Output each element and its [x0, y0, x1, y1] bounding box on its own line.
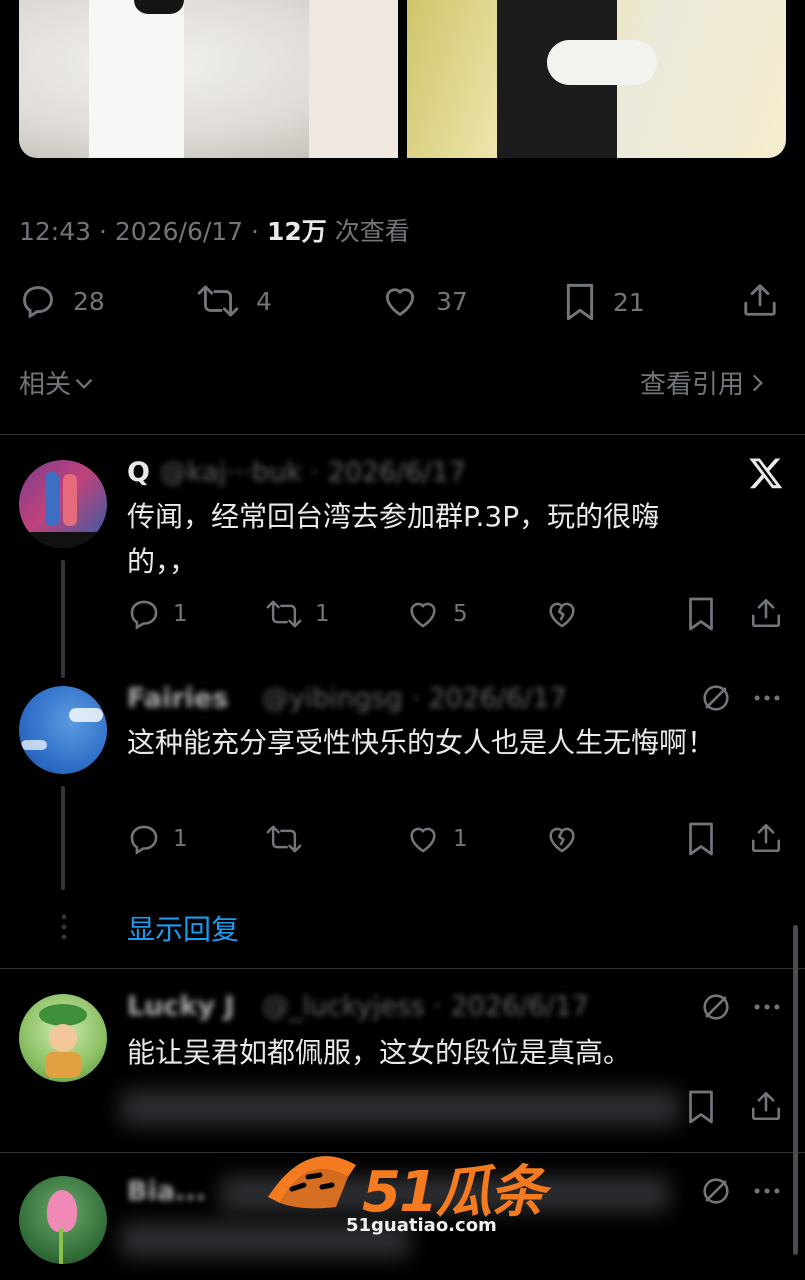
blurred-actions: [120, 1090, 680, 1126]
reply-author-name[interactable]: Fairies: [127, 683, 228, 714]
tweet-date: 2026/6/17: [114, 217, 244, 246]
retweet-action[interactable]: 4: [196, 282, 272, 320]
divider: [0, 434, 805, 435]
bookmark-action[interactable]: 21: [563, 282, 645, 322]
reply-like-action[interactable]: 1: [405, 822, 468, 856]
reply-author-name[interactable]: Lucky J: [127, 991, 234, 1022]
watermark-logo: 51瓜条 51guatiao.com: [262, 1145, 546, 1245]
reply-share-button[interactable]: [749, 596, 783, 634]
watermark-url: 51guatiao.com: [346, 1215, 497, 1236]
reply-retweet-count: 1: [315, 601, 330, 627]
grok-icon[interactable]: [699, 990, 733, 1028]
reply-author-name[interactable]: Q: [127, 457, 150, 488]
reply-text: 能让吴君如都佩服，这女的段位是真高。: [127, 1036, 632, 1069]
dislike-button[interactable]: [544, 822, 580, 860]
reply-author-handle[interactable]: @kaj···buk · 2026/6/17: [160, 457, 466, 488]
reply-author-handle[interactable]: @yibingsg · 2026/6/17: [262, 683, 567, 714]
avatar[interactable]: [19, 994, 107, 1082]
reply-icon: [130, 825, 158, 855]
avatar[interactable]: [19, 460, 107, 548]
retweet-count: 4: [256, 286, 272, 316]
x-logo-icon: [748, 455, 784, 495]
reply-author-handle[interactable]: @_luckyjess · 2026/6/17: [262, 991, 589, 1022]
reply-comment-action[interactable]: 1: [127, 597, 188, 631]
more-icon[interactable]: [750, 1174, 784, 1212]
thread-line: [61, 786, 65, 890]
retweet-icon: [266, 825, 302, 853]
like-count: 37: [436, 286, 468, 316]
reply-like-count: 1: [453, 826, 468, 852]
view-quotes-label: 查看引用: [640, 370, 745, 400]
reply-comment-count: 1: [173, 601, 188, 627]
reply-count: 28: [73, 286, 105, 316]
bookmark-icon: [566, 283, 594, 321]
share-icon: [751, 1091, 781, 1121]
bookmark-count: 21: [613, 287, 645, 317]
more-icon[interactable]: [750, 990, 784, 1028]
related-label: 相关: [19, 370, 72, 400]
reply-icon: [130, 600, 158, 630]
views-count: 12万: [266, 217, 327, 246]
tweet-photo-left[interactable]: [19, 0, 398, 158]
like-action[interactable]: 37: [380, 282, 468, 320]
reply-retweet-action[interactable]: 1: [265, 597, 330, 631]
share-icon: [744, 284, 776, 316]
avatar[interactable]: [19, 1176, 107, 1264]
retweet-icon: [197, 285, 239, 317]
heart-icon: [385, 288, 415, 317]
reply-bookmark-button[interactable]: [686, 596, 716, 636]
dislike-button[interactable]: [544, 597, 580, 635]
divider: [0, 968, 805, 969]
share-icon: [751, 823, 781, 853]
related-sort-button[interactable]: 相关: [19, 364, 97, 401]
reply-comment-count: 1: [173, 826, 188, 852]
reply-comment-action[interactable]: 1: [127, 822, 188, 856]
tweet-time: 12:43: [19, 217, 92, 246]
heart-icon: [410, 827, 436, 853]
show-replies-link[interactable]: 显示回复: [127, 908, 239, 948]
reply-bookmark-button[interactable]: [686, 1089, 716, 1129]
broken-heart-icon: [549, 827, 575, 853]
tweet-photo-right[interactable]: [407, 0, 786, 158]
reply-author-name[interactable]: Bia...: [127, 1176, 206, 1207]
views-label: 次查看: [334, 217, 410, 246]
reply-share-button[interactable]: [749, 821, 783, 859]
chevron-down-icon: [75, 378, 93, 389]
reply-like-count: 5: [453, 601, 468, 627]
bookmark-icon: [689, 822, 713, 856]
heart-icon: [410, 602, 436, 628]
more-icon[interactable]: [750, 681, 784, 719]
scrollbar[interactable]: [793, 925, 798, 1255]
reply-text: 传闻，经常回台湾去参加群P.3P，玩的很嗨的，，: [127, 500, 660, 578]
watermelon-icon: [268, 1156, 356, 1209]
bookmark-icon: [689, 597, 713, 631]
bookmark-icon: [689, 1090, 713, 1124]
reply-like-action[interactable]: 5: [405, 597, 468, 631]
chevron-right-icon: [752, 374, 763, 391]
broken-heart-icon: [549, 602, 575, 628]
share-button[interactable]: [741, 281, 779, 323]
reply-text: 这种能充分享受性快乐的女人也是人生无悔啊！: [127, 726, 716, 759]
avatar[interactable]: [19, 686, 107, 774]
reply-bookmark-button[interactable]: [686, 821, 716, 861]
tweet-meta: 12:43 · 2026/6/17 · 12万 次查看: [19, 217, 410, 246]
thread-line: [61, 560, 65, 678]
share-icon: [751, 598, 781, 628]
grok-icon[interactable]: [699, 681, 733, 719]
grok-icon[interactable]: [699, 1174, 733, 1212]
reply-retweet-action[interactable]: [265, 822, 315, 856]
view-quotes-link[interactable]: 查看引用: [640, 364, 770, 401]
reply-action[interactable]: 28: [19, 282, 105, 320]
reply-icon: [23, 286, 53, 319]
retweet-icon: [266, 600, 302, 628]
reply-share-button[interactable]: [749, 1089, 783, 1127]
vertical-dots-icon: [60, 914, 68, 944]
